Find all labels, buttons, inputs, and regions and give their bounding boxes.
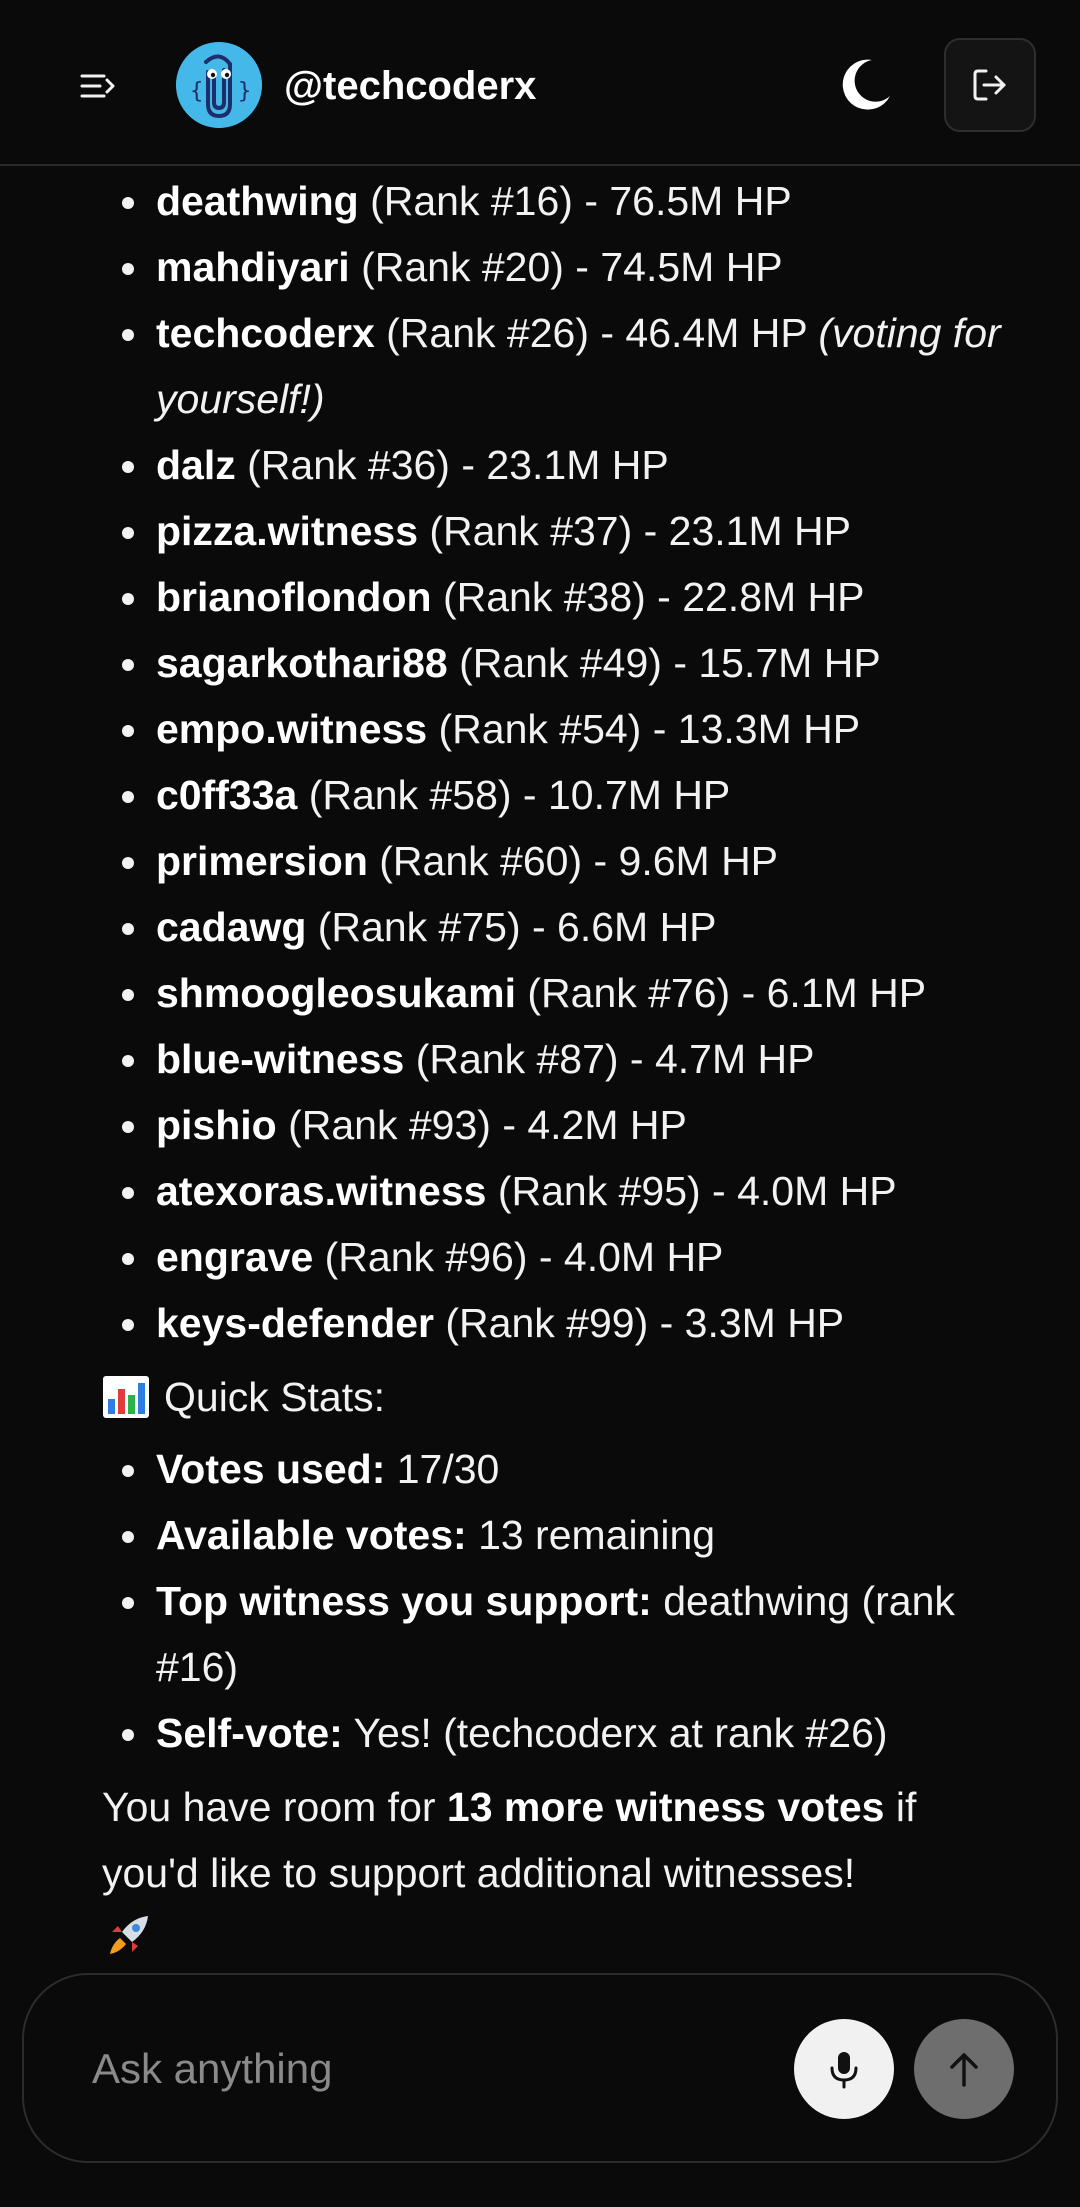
logout-icon — [973, 69, 1006, 101]
sidebar-toggle-button[interactable] — [70, 58, 126, 114]
account-username: @techcoderx — [284, 64, 537, 108]
list-item: techcoderx (Rank #26) - 46.4M HP (voting… — [122, 300, 1002, 432]
list-item: keys-defender (Rank #99) - 3.3M HP — [122, 1290, 1002, 1356]
composer — [22, 1973, 1058, 2163]
list-item: primersion (Rank #60) - 9.6M HP — [122, 828, 1002, 894]
voice-input-button[interactable] — [794, 2019, 894, 2119]
bar-chart-emoji-icon — [103, 1376, 149, 1418]
witness-list: deathwing (Rank #16) - 76.5M HP mahdiyar… — [102, 168, 1002, 1356]
svg-text:}: } — [238, 79, 251, 104]
theme-toggle-button[interactable] — [834, 54, 896, 116]
avatar[interactable]: { } — [176, 42, 262, 128]
list-item: mahdiyari (Rank #20) - 74.5M HP — [122, 234, 1002, 300]
list-item: sagarkothari88 (Rank #49) - 15.7M HP — [122, 630, 1002, 696]
top-bar: { } @techcoderx — [0, 0, 1080, 166]
list-item: cadawg (Rank #75) - 6.6M HP — [122, 894, 1002, 960]
microphone-icon — [830, 2052, 858, 2089]
closing-paragraph: You have room for 13 more witness votes … — [102, 1774, 1002, 1968]
ask-input[interactable] — [90, 2035, 694, 2103]
svg-text:{: { — [190, 79, 203, 104]
list-item: Top witness you support: deathwing (rank… — [122, 1568, 1002, 1700]
clippy-avatar-icon: { } — [176, 42, 262, 128]
list-item: engrave (Rank #96) - 4.0M HP — [122, 1224, 1002, 1290]
list-item: pishio (Rank #93) - 4.2M HP — [122, 1092, 1002, 1158]
list-item: Available votes: 13 remaining — [122, 1502, 1002, 1568]
assistant-message: deathwing (Rank #16) - 76.5M HP mahdiyar… — [0, 168, 1080, 1968]
stats-list: Votes used: 17/30 Available votes: 13 re… — [102, 1436, 1002, 1766]
arrow-up-icon — [950, 2053, 978, 2087]
list-item: atexoras.witness (Rank #95) - 4.0M HP — [122, 1158, 1002, 1224]
list-item: shmoogleosukami (Rank #76) - 6.1M HP — [122, 960, 1002, 1026]
moon-icon — [842, 59, 890, 110]
menu-expand-icon — [80, 74, 115, 98]
chat-app: { } @techcoderx deathwing (Rank #16) - 7… — [0, 0, 1080, 2207]
list-item: deathwing (Rank #16) - 76.5M HP — [122, 168, 1002, 234]
rocket-emoji-icon — [110, 1916, 148, 1954]
list-item: empo.witness (Rank #54) - 13.3M HP — [122, 696, 1002, 762]
list-item: Self-vote: Yes! (techcoderx at rank #26) — [122, 1700, 1002, 1766]
send-button[interactable] — [914, 2019, 1014, 2119]
list-item: dalz (Rank #36) - 23.1M HP — [122, 432, 1002, 498]
list-item: brianoflondon (Rank #38) - 22.8M HP — [122, 564, 1002, 630]
list-item: blue-witness (Rank #87) - 4.7M HP — [122, 1026, 1002, 1092]
logout-button[interactable] — [944, 38, 1036, 132]
list-item: Votes used: 17/30 — [122, 1436, 1002, 1502]
list-item: pizza.witness (Rank #37) - 23.1M HP — [122, 498, 1002, 564]
list-item: c0ff33a (Rank #58) - 10.7M HP — [122, 762, 1002, 828]
quick-stats-title: Quick Stats: — [164, 1374, 386, 1420]
quick-stats-heading: Quick Stats: — [102, 1364, 1002, 1430]
